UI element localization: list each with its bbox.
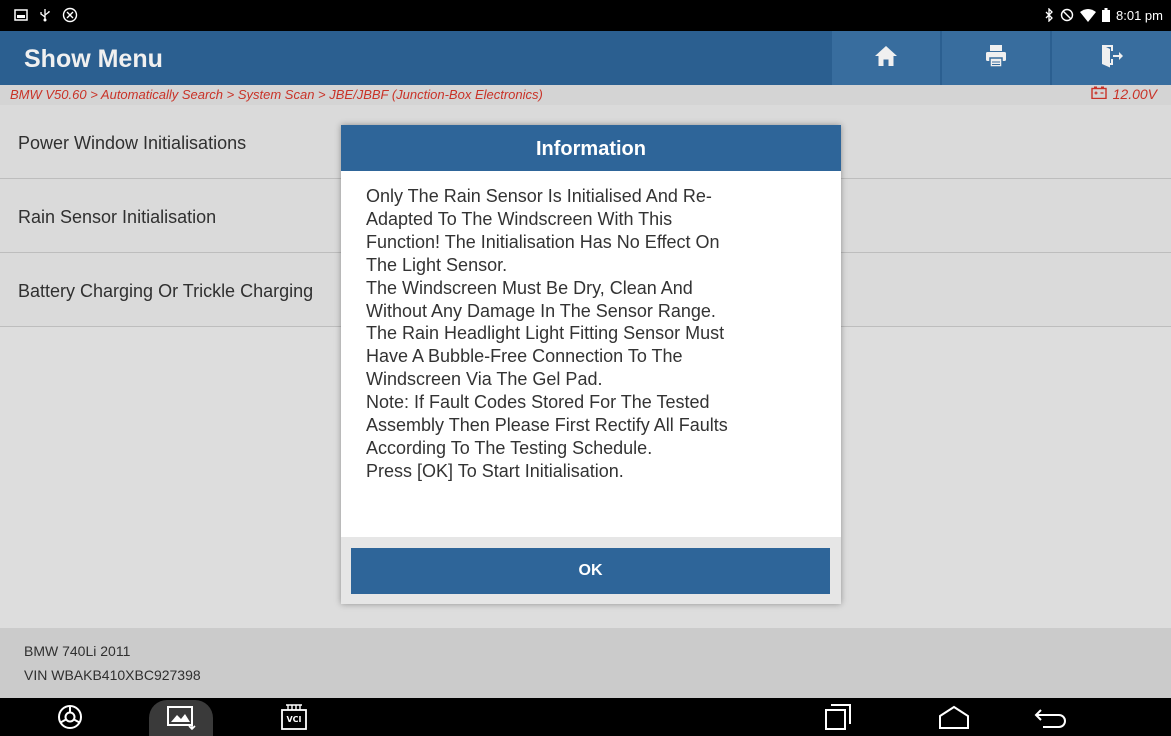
dialog-line: The Light Sensor.	[366, 254, 508, 275]
information-dialog: Information Only The Rain Sensor Is Init…	[341, 125, 841, 604]
dialog-line: Function! The Initialisation Has No Effe…	[366, 231, 720, 252]
dialog-line: The Windscreen Must Be Dry, Clean And	[366, 277, 693, 298]
dialog-message: Only The Rain Sensor Is Initialised And …	[366, 185, 828, 483]
dialog-line: Without Any Damage In The Sensor Range.	[366, 300, 716, 321]
dialog-line: Note: If Fault Codes Stored For The Test…	[366, 392, 710, 413]
vci-button[interactable]: VCI	[274, 700, 314, 734]
do-not-disturb-icon	[1060, 8, 1074, 22]
vci-label: VCI	[286, 715, 302, 724]
status-time: 8:01 pm	[1116, 7, 1163, 23]
dialog-line: Have A Bubble-Free Connection To The	[366, 346, 683, 367]
recent-apps-icon	[823, 703, 853, 731]
screenshot-icon	[14, 9, 28, 21]
browser-button[interactable]	[50, 700, 90, 734]
dialog-footer: OK	[341, 537, 841, 604]
dialog-line: Windscreen Via The Gel Pad.	[366, 369, 603, 390]
dialog-line: The Rain Headlight Light Fitting Sensor …	[366, 323, 725, 344]
dialog-line: Only The Rain Sensor Is Initialised And …	[366, 186, 712, 206]
wifi-icon	[1080, 8, 1097, 22]
gallery-button[interactable]	[161, 700, 201, 734]
dialog-line: Assembly Then Please First Rectify All F…	[366, 415, 728, 436]
home-nav-button[interactable]	[932, 700, 976, 734]
status-left-icons	[14, 5, 78, 25]
dialog-line: Press [OK] To Start Initialisation.	[366, 460, 624, 481]
bluetooth-icon	[1044, 8, 1054, 22]
target-icon	[62, 7, 78, 23]
browser-icon	[57, 704, 83, 730]
back-button[interactable]	[1026, 700, 1076, 734]
usb-icon	[38, 8, 52, 22]
back-icon	[1033, 704, 1069, 730]
dialog-line: Adapted To The Windscreen With This	[366, 208, 673, 229]
status-bar: 8:01 pm	[0, 0, 1171, 31]
ok-button[interactable]: OK	[351, 548, 830, 594]
status-right-icons: 8:01 pm	[1044, 5, 1163, 25]
recent-apps-button[interactable]	[818, 700, 858, 734]
dialog-line: According To The Testing Schedule.	[366, 437, 653, 458]
gallery-icon	[166, 704, 196, 730]
dialog-title: Information	[341, 125, 841, 171]
battery-icon	[1102, 8, 1111, 22]
home-nav-icon	[937, 704, 971, 730]
vci-icon: VCI	[281, 704, 307, 730]
